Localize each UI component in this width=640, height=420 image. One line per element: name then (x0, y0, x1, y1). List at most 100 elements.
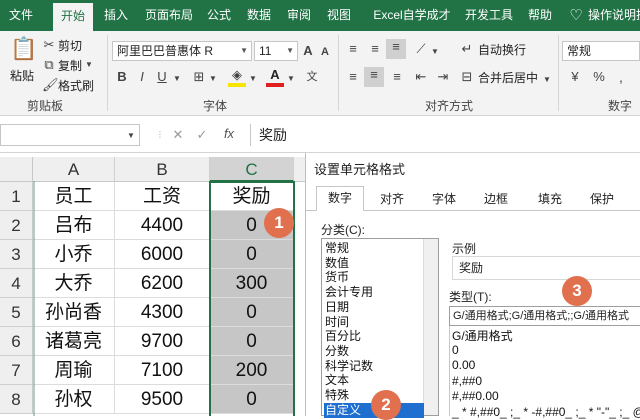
copy-icon[interactable]: ⧉ (42, 57, 56, 73)
tab-help[interactable]: 帮助 (522, 0, 558, 31)
align-top-icon[interactable]: ≡ (344, 41, 362, 57)
tab-data[interactable]: 数据 (240, 0, 278, 31)
lightbulb-icon[interactable]: ♡ (566, 0, 586, 31)
category-item[interactable]: 常规 (324, 241, 424, 256)
format-painter-button[interactable]: 格式刷 (58, 77, 94, 94)
category-item[interactable]: 日期 (324, 300, 424, 315)
type-list-item[interactable]: 0 (452, 343, 459, 357)
row-header[interactable]: 4 (0, 269, 33, 298)
type-list-item[interactable]: _ * #,##0_ ;_ * -#,##0_ ;_ * "-"_ ;_ @ (452, 405, 640, 419)
wrap-text-button[interactable]: 自动换行 (478, 41, 526, 58)
type-list-item[interactable]: 0.00 (452, 358, 475, 372)
tab-font[interactable]: 字体 (420, 188, 468, 210)
column-header-c[interactable]: C (210, 157, 294, 182)
select-all-corner[interactable] (0, 157, 33, 182)
chevron-down-icon[interactable]: ▼ (172, 71, 182, 87)
align-right-icon[interactable]: ≡ (388, 69, 406, 85)
merge-center-button[interactable]: 合并后居中 (478, 69, 538, 86)
italic-button[interactable]: I (134, 69, 150, 85)
tab-fill[interactable]: 填充 (526, 188, 574, 210)
column-header-a[interactable]: A (33, 157, 115, 182)
cell-b5[interactable]: 4300 (115, 298, 210, 327)
phonetic-icon[interactable]: 文 (304, 69, 320, 85)
column-header-b[interactable]: B (115, 157, 210, 182)
number-format-select[interactable]: 常规 (562, 41, 640, 61)
tab-insert[interactable]: 插入 (96, 0, 136, 31)
decrease-font-icon[interactable]: A (318, 44, 332, 60)
font-size-select[interactable]: 11 ▼ (254, 41, 298, 61)
chevron-down-icon[interactable]: ▼ (286, 71, 296, 87)
merge-center-icon[interactable]: ⊟ (458, 69, 476, 85)
category-item[interactable]: 百分比 (324, 329, 424, 344)
cell-b2[interactable]: 4400 (115, 211, 210, 240)
name-box[interactable] (0, 124, 140, 146)
category-item[interactable]: 货币 (324, 270, 424, 285)
row-header[interactable]: 3 (0, 240, 33, 269)
cell-a1[interactable]: 员工 (33, 182, 115, 211)
cell-a3[interactable]: 小乔 (33, 240, 115, 269)
orientation-icon[interactable]: ⟋ (412, 41, 430, 57)
tab-review[interactable]: 审阅 (280, 0, 318, 31)
category-item[interactable]: 文本 (324, 373, 424, 388)
category-item[interactable]: 分数 (324, 344, 424, 359)
font-color-icon[interactable]: A (266, 67, 284, 87)
font-name-select[interactable]: 阿里巴巴普惠体 R ▼ (112, 41, 252, 61)
chevron-down-icon[interactable]: ▼ (542, 72, 552, 88)
formula-input[interactable]: 奖励 (250, 124, 640, 146)
chevron-down-icon[interactable]: ▼ (126, 128, 136, 144)
category-item[interactable]: 数值 (324, 256, 424, 271)
tab-file[interactable]: 文件 (0, 0, 42, 31)
tab-formulas[interactable]: 公式 (200, 0, 238, 31)
wrap-text-icon[interactable]: ↵ (458, 41, 476, 57)
comma-style-icon[interactable]: , (612, 69, 630, 85)
align-bottom-icon[interactable]: ≡ (386, 39, 406, 59)
category-scrollbar[interactable] (423, 239, 438, 415)
tab-view[interactable]: 视图 (320, 0, 358, 31)
cell-b1[interactable]: 工资 (115, 182, 210, 211)
currency-icon[interactable]: ¥ (566, 69, 584, 85)
row-header[interactable]: 7 (0, 356, 33, 385)
insert-function-icon[interactable]: fx (218, 126, 240, 142)
cell-b7[interactable]: 7100 (115, 356, 210, 385)
category-item[interactable]: 科学记数 (324, 359, 424, 374)
row-header[interactable]: 2 (0, 211, 33, 240)
type-list-item[interactable]: G/通用格式 (452, 327, 513, 344)
category-list[interactable]: 常规 数值 货币 会计专用 日期 时间 百分比 分数 科学记数 文本 特殊 自定义 (321, 238, 439, 418)
percent-icon[interactable]: % (590, 69, 608, 85)
row-header[interactable]: 8 (0, 385, 33, 414)
row-header[interactable]: 6 (0, 327, 33, 356)
tab-number[interactable]: 数字 (316, 186, 364, 211)
paste-button[interactable]: 粘贴 (10, 67, 34, 84)
cell-b6[interactable]: 9700 (115, 327, 210, 356)
cut-button[interactable]: 剪切 (58, 37, 82, 54)
tab-protection[interactable]: 保护 (578, 188, 626, 210)
enter-icon[interactable]: ✓ (194, 127, 210, 143)
chevron-down-icon[interactable]: ▼ (248, 71, 258, 87)
tell-me-search[interactable]: 操作说明搜 (588, 0, 640, 31)
cancel-icon[interactable]: ✕ (170, 127, 186, 143)
align-left-icon[interactable]: ≡ (344, 69, 362, 85)
cell-b8[interactable]: 9500 (115, 385, 210, 414)
copy-button[interactable]: 复制 (58, 57, 82, 74)
type-input[interactable]: G/通用格式;G/通用格式;;G/通用格式 (449, 306, 640, 326)
tab-alignment[interactable]: 对齐 (368, 188, 416, 210)
cell-b4[interactable]: 6200 (115, 269, 210, 298)
cell-a8[interactable]: 孙权 (33, 385, 115, 414)
type-list-item[interactable]: #,##0 (452, 374, 482, 388)
cell-b3[interactable]: 6000 (115, 240, 210, 269)
tab-developer[interactable]: 开发工具 (458, 0, 520, 31)
category-item[interactable]: 时间 (324, 315, 424, 330)
bold-button[interactable]: B (114, 69, 130, 85)
row-header[interactable]: 5 (0, 298, 33, 327)
borders-icon[interactable]: ⊞ (190, 69, 208, 85)
decrease-indent-icon[interactable]: ⇤ (412, 69, 430, 85)
align-center-icon[interactable]: ≡ (364, 67, 384, 87)
cell-a6[interactable]: 诸葛亮 (33, 327, 115, 356)
format-painter-icon[interactable]: 🖌 (42, 77, 59, 93)
category-item[interactable]: 会计专用 (324, 285, 424, 300)
cell-a4[interactable]: 大乔 (33, 269, 115, 298)
tab-page-layout[interactable]: 页面布局 (138, 0, 200, 31)
scissors-icon[interactable]: ✂ (42, 37, 56, 53)
chevron-down-icon[interactable]: ▼ (430, 44, 440, 60)
paste-icon[interactable]: 📋 (10, 35, 37, 63)
